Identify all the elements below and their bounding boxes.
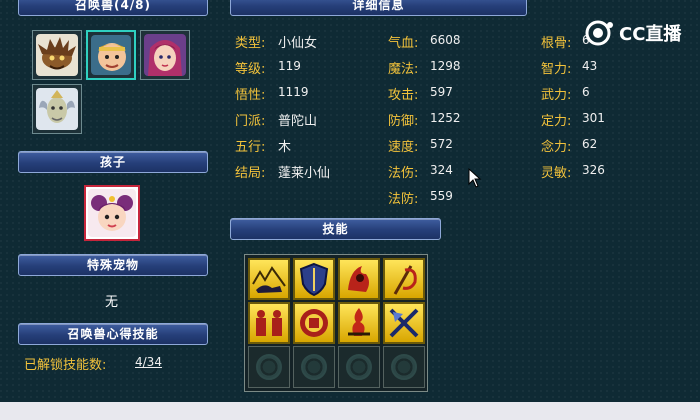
summon-panel-header: 召唤兽(4/8) [18, 0, 208, 16]
stat-value-ending: 蓬莱小仙 [278, 166, 331, 181]
fire-sword-skill-icon[interactable] [338, 302, 380, 344]
bottom-strip [0, 402, 700, 420]
stat-value-type: 小仙女 [278, 36, 318, 51]
white-dragon-avatar-icon [36, 88, 78, 130]
stat-value-insight: 1119 [278, 85, 309, 99]
stat-value-hp: 6608 [430, 33, 461, 47]
stat-value-sect: 普陀山 [278, 114, 318, 129]
stat-label-element: 五行: [235, 140, 266, 155]
stat-label-magic-damage: 法伤: [388, 166, 419, 181]
unlocked-skill-count-value: 4/34 [135, 355, 162, 369]
stat-label-agility: 灵敏: [541, 166, 572, 181]
stat-label-insight: 悟性: [235, 88, 266, 103]
stat-value-endurance: 301 [582, 111, 605, 125]
stat-value-speed: 572 [430, 137, 453, 151]
skills-header: 技能 [230, 218, 441, 240]
insight-skill-header: 召唤兽心得技能 [18, 323, 208, 345]
stat-value-level: 119 [278, 59, 301, 73]
demon-pair-skill-icon[interactable] [248, 302, 290, 344]
cc-live-watermark: CC直播 [585, 19, 681, 47]
monkey-king-avatar-icon [91, 35, 131, 75]
stat-value-mp: 1298 [430, 59, 461, 73]
wolf-mountain-skill-icon[interactable] [248, 258, 290, 300]
stat-value-intelligence: 43 [582, 59, 598, 73]
special-pet-header: 特殊宠物 [18, 254, 208, 276]
child-panel-header: 孩子 [18, 151, 208, 173]
stat-label-strength: 武力: [541, 88, 572, 103]
shield-skill-icon[interactable] [293, 258, 335, 300]
summon-slot-3[interactable] [140, 30, 190, 80]
stat-value-strength: 6 [582, 85, 590, 99]
crossed-blades-skill-icon[interactable] [383, 302, 425, 344]
special-pet-value: 无 [105, 295, 119, 310]
empty-slot-emblem-icon [256, 354, 282, 380]
stat-value-magic-damage: 324 [430, 163, 453, 177]
mouse-cursor-icon [468, 168, 482, 188]
summon-slot-2[interactable] [86, 30, 136, 80]
child-slot[interactable] [84, 185, 140, 241]
stat-label-willpower: 念力: [541, 140, 572, 155]
staff-strike-skill-icon[interactable] [383, 258, 425, 300]
stat-label-ending: 结局: [235, 166, 266, 181]
stat-label-type: 类型: [235, 36, 266, 51]
empty-slot-emblem-icon [391, 354, 417, 380]
stat-label-endurance: 定力: [541, 114, 572, 129]
empty-skill-slot [383, 346, 425, 388]
stat-label-hp: 气血: [388, 36, 419, 51]
empty-slot-emblem-icon [346, 354, 372, 380]
stat-value-element: 木 [278, 140, 292, 155]
stat-label-magic-defense: 法防: [388, 192, 419, 207]
details-panel-header: 详细信息 [230, 0, 527, 16]
spiky-beast-avatar-icon [36, 34, 78, 76]
stat-value-agility: 326 [582, 163, 605, 177]
empty-slot-emblem-icon [301, 354, 327, 380]
flame-warrior-skill-icon[interactable] [338, 258, 380, 300]
empty-skill-slot [338, 346, 380, 388]
stat-label-speed: 速度: [388, 140, 419, 155]
skill-grid [244, 254, 428, 392]
stat-label-attack: 攻击: [388, 88, 419, 103]
empty-skill-slot [248, 346, 290, 388]
summon-slot-1[interactable] [32, 30, 82, 80]
round-seal-skill-icon[interactable] [293, 302, 335, 344]
empty-skill-slot [293, 346, 335, 388]
cc-logo-icon [585, 20, 613, 46]
stat-label-constitution: 根骨: [541, 36, 572, 51]
stat-label-mp: 魔法: [388, 62, 419, 77]
summon-slot-4[interactable] [32, 84, 82, 134]
stat-value-defense: 1252 [430, 111, 461, 125]
stat-value-magic-defense: 559 [430, 189, 453, 203]
unlocked-skill-count-label: 已解锁技能数: [24, 358, 107, 373]
stat-label-intelligence: 智力: [541, 62, 572, 77]
stat-value-attack: 597 [430, 85, 453, 99]
stat-label-level: 等级: [235, 62, 266, 77]
stat-label-defense: 防御: [388, 114, 419, 129]
watermark-text: CC直播 [619, 24, 682, 45]
stat-value-willpower: 62 [582, 137, 598, 151]
fairy-girl-avatar-icon [144, 34, 186, 76]
child-avatar-icon [88, 189, 136, 237]
stat-label-sect: 门派: [235, 114, 266, 129]
